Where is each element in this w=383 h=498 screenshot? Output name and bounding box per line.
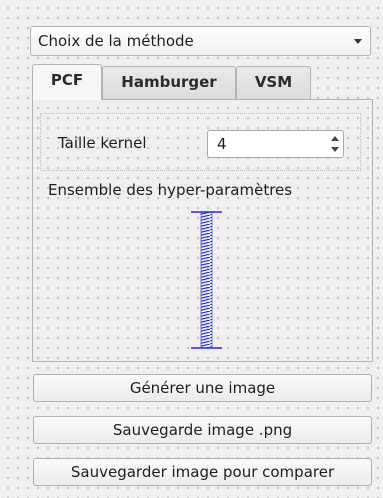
tab-pcf-label: PCF <box>50 71 84 89</box>
hyperparams-slider[interactable] <box>186 206 232 354</box>
tab-vsm[interactable]: VSM <box>236 66 311 99</box>
tab-hamburger[interactable]: Hamburger <box>102 66 236 99</box>
tab-hamburger-label: Hamburger <box>121 73 217 91</box>
method-select-label: Choix de la méthode <box>38 32 194 50</box>
save-compare-button[interactable]: Sauvegarder image pour comparer <box>33 458 372 486</box>
generate-image-button[interactable]: Générer une image <box>33 374 372 402</box>
save-png-button[interactable]: Sauvegarde image .png <box>33 416 372 444</box>
tab-vsm-label: VSM <box>254 73 293 91</box>
chevron-down-icon[interactable] <box>354 39 362 44</box>
slider-svg <box>191 211 222 349</box>
method-select[interactable]: Choix de la méthode <box>30 26 371 56</box>
tab-pcf[interactable]: PCF <box>32 64 102 100</box>
